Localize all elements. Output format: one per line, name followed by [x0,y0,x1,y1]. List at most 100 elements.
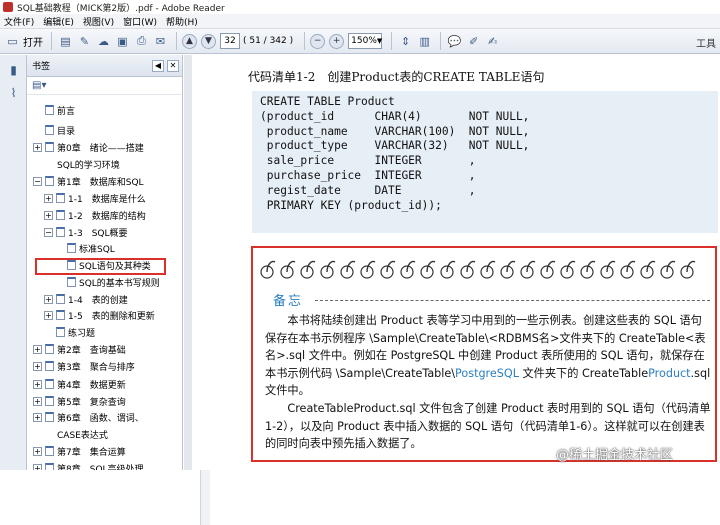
bookmark-item[interactable]: − 1-3 SQL概要 [44,225,128,239]
bookmark-item[interactable]: +1-5 表的删除和更新 [44,308,155,322]
attachment-icon[interactable]: ⌇ [5,84,22,101]
memo-box: 备忘 本书将陆续创建出 Product 表等学习中用到的一些示例表。创建这些表的… [251,246,717,462]
bookmark-item[interactable]: 练习题 [44,325,95,339]
expand-icon[interactable]: + [44,294,53,304]
bookmark-label: SQL的基本书写规则 [79,278,160,289]
binding-ring-icon [320,260,336,279]
memo-title: 备忘 [273,294,304,309]
bookmark-page-icon [45,379,54,389]
bookmark-icon[interactable]: ▮ [5,61,22,78]
bookmark-item[interactable]: 标准SQL [55,241,115,255]
bookmark-item[interactable]: +1-1 数据库是什么 [44,191,146,205]
bookmark-item[interactable]: CASE表达式 [57,427,108,441]
expand-icon[interactable]: + [44,210,53,220]
bookmark-item[interactable]: SQL的学习环境 [57,157,120,171]
upload-cloud-icon[interactable]: ☁ [95,33,112,50]
close-panel-icon[interactable]: ✕ [167,59,179,72]
bookmark-item[interactable]: + 第4章 数据更新 [33,377,126,391]
collapse-icon[interactable]: − [33,176,42,186]
expand-icon[interactable]: + [33,446,42,456]
expand-icon[interactable]: + [33,412,42,422]
fit-page-icon[interactable]: ⇕ [397,33,414,50]
expand-icon[interactable]: + [33,379,42,389]
bookmark-page-icon [56,193,65,203]
next-page-button[interactable]: ▼ [201,33,216,49]
bookmarks-title: 书签 [32,62,51,72]
document-view[interactable]: 代码清单1-2 创建Product表的CREATE TABLE语句 CREATE… [184,55,720,470]
binding-ring-icon [580,260,596,279]
code-line: product_type VARCHAR(32) NOT NULL, [260,139,530,153]
bookmark-label: 1-2 数据库的结构 [68,211,146,222]
bookmark-label: 第0章 绪论——搭建 [57,143,144,154]
binding-ring-icon [360,260,376,279]
bookmark-item[interactable]: +1-2 数据库的结构 [44,208,146,222]
bookmark-item[interactable]: 目录 [33,123,75,137]
edit-icon[interactable]: ✎ [76,33,93,50]
bookmark-label: 1-1 数据库是什么 [68,194,146,205]
menu-bar: 文件(F) 编辑(E) 视图(V) 窗口(W) 帮助(H) [0,14,720,29]
menu-item[interactable]: 帮助(H) [166,15,198,28]
bookmark-item[interactable]: 前言 [33,103,75,117]
window-title: SQL基础教程（MICK第2版）.pdf - Adobe Reader [17,3,225,14]
collapse-icon[interactable]: − [44,227,53,237]
menu-item[interactable]: 视图(V) [83,15,114,28]
expand-icon[interactable]: + [33,344,42,354]
pdf-page: 代码清单1-2 创建Product表的CREATE TABLE语句 CREATE… [192,55,720,470]
bookmark-label: 第1章 数据库和SQL [57,177,144,188]
sign-icon[interactable]: ✍ [484,33,501,50]
binding-ring-icon [640,260,656,279]
zoom-out-button[interactable]: − [310,33,326,49]
zoom-in-button[interactable]: + [329,33,345,49]
bookmark-item[interactable]: + 第7章 集合运算 [33,444,126,458]
bookmark-page-icon [56,210,65,220]
open-button[interactable]: 打开 [23,32,43,51]
bookmark-item[interactable]: + 第8章 SQL高级处理 [33,461,144,470]
bookmark-item[interactable]: SQL的基本书写规则 [55,275,160,289]
bookmark-item[interactable]: + 第3章 聚合与排序 [33,359,135,373]
comment-icon[interactable]: 💬 [446,33,463,50]
options-icon[interactable]: ▤▾ [32,80,46,91]
bookmark-item[interactable]: + 第0章 绪论——搭建 [33,140,144,154]
binding-ring-icon [260,260,276,279]
memo-paragraph: 本书将陆续创建出 Product 表等学习中用到的一些示例表。创建这些表的 SQ… [265,312,711,400]
collapse-panel-icon[interactable]: ◀ [152,59,164,72]
binding-ring-icon [540,260,556,279]
expand-icon[interactable]: + [33,463,42,470]
expand-icon[interactable]: + [44,310,53,320]
email-icon[interactable]: ✉ [152,33,169,50]
tools-button[interactable]: 工具 [696,35,716,50]
zoom-value: 150% [351,36,377,46]
title-bar: SQL基础教程（MICK第2版）.pdf - Adobe Reader [0,0,720,14]
highlight-icon[interactable]: ✐ [465,33,482,50]
zoom-select[interactable]: 150% ▼ [348,33,382,49]
bookmark-item[interactable]: +1-4 表的创建 [44,292,128,306]
bookmark-item[interactable]: + 第2章 查询基础 [33,342,126,356]
bookmark-item[interactable]: + 第5章 复杂查询 [33,394,126,408]
expand-icon[interactable]: + [33,361,42,371]
expand-icon[interactable]: + [44,193,53,203]
binding-ring-icon [440,260,456,279]
page-number-input[interactable]: 32 [220,33,240,49]
previous-page-button[interactable]: ▲ [182,33,197,49]
menu-item[interactable]: 文件(F) [4,15,34,28]
expand-icon[interactable]: + [33,396,42,406]
bookmark-page-icon [45,125,54,135]
open-folder-icon[interactable]: ▭ [4,33,21,50]
bookmark-page-icon [56,327,65,337]
print-icon[interactable]: ⎙ [133,33,150,50]
fit-width-icon[interactable]: ▥ [416,33,433,50]
bookmark-item[interactable]: + 第6章 函数、谓词、 [33,410,144,424]
binding-ring-icon [660,260,676,279]
binding-ring-icon [520,260,536,279]
code-line: sale_price INTEGER , [260,154,476,168]
menu-item[interactable]: 编辑(E) [43,15,74,28]
bookmark-label: 第6章 函数、谓词、 [57,413,144,424]
create-pdf-icon[interactable]: ▤ [57,33,74,50]
memo-text: 文件夹下的 CreateTable [518,366,649,380]
toolbar-divider [176,32,177,50]
menu-item[interactable]: 窗口(W) [123,15,157,28]
save-icon[interactable]: ▣ [114,33,131,50]
expand-icon[interactable]: + [33,142,42,152]
bookmark-item[interactable]: − 第1章 数据库和SQL [33,174,144,188]
bookmark-highlight [35,258,166,275]
